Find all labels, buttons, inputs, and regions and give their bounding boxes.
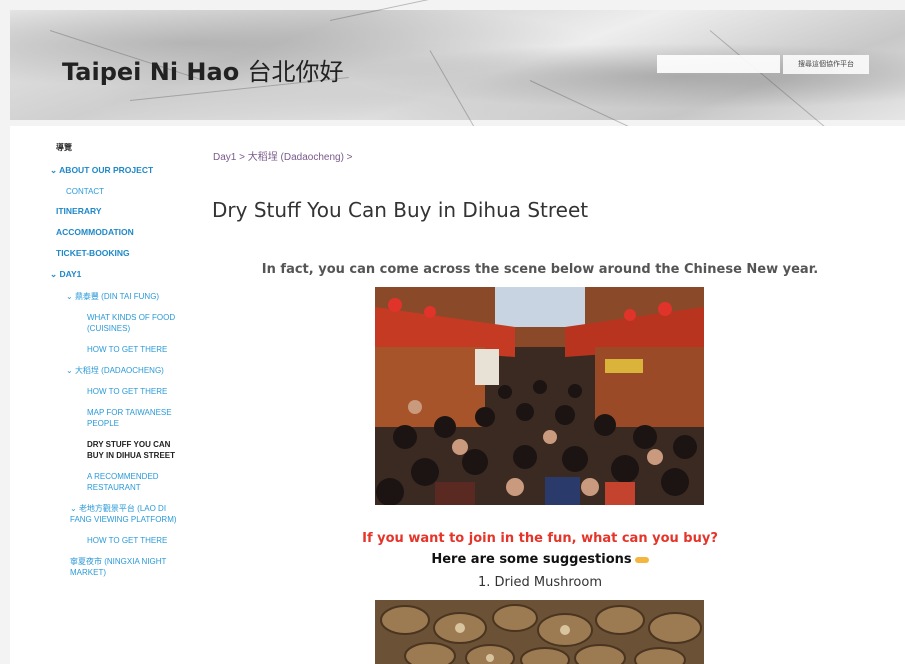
nav-itinerary[interactable]: ITINERARY	[56, 206, 190, 216]
nav-map[interactable]: MAP FOR TAIWANESE PEOPLE	[87, 407, 182, 429]
nav-ticket[interactable]: TICKET-BOOKING	[56, 248, 190, 258]
site-title[interactable]: Taipei Ni Hao 台北你好	[62, 52, 344, 87]
nav-about[interactable]: ⌄ ABOUT OUR PROJECT	[50, 165, 190, 176]
site-header: Taipei Ni Hao 台北你好 搜尋這個協作平台	[10, 0, 905, 172]
intro-text: In fact, you can come across the scene b…	[261, 262, 819, 277]
sidebar-nav: 導覽 ⌄ ABOUT OUR PROJECT CONTACT ITINERARY…	[50, 142, 190, 588]
nav-lao-di[interactable]: ⌄ 老地方觀景平台 (LAO DI FANG VIEWING PLATFORM)	[70, 503, 180, 525]
search-button[interactable]: 搜尋這個協作平台	[783, 55, 869, 74]
site-title-cjk: 台北你好	[247, 58, 344, 86]
nav-restaurant[interactable]: A RECOMMENDED RESTAURANT	[87, 471, 182, 493]
nav-lao-di-label: 老地方觀景平台 (LAO DI FANG VIEWING PLATFORM)	[70, 504, 177, 524]
nav-dadaocheng[interactable]: ⌄ 大稻埕 (DADAOCHENG)	[66, 365, 190, 376]
nav-night-market[interactable]: 寧夏夜市 (NINGXIA NIGHT MARKET)	[70, 556, 180, 578]
site-title-latin: Taipei Ni Hao	[62, 58, 240, 86]
nav-how-get-1[interactable]: HOW TO GET THERE	[87, 344, 182, 355]
suggestions-text: Here are some suggestions	[431, 552, 632, 567]
nav-accommodation[interactable]: ACCOMMODATION	[56, 227, 190, 237]
crowd-photo-illustration	[375, 287, 704, 505]
nav-dadaocheng-label: 大稻埕 (DADAOCHENG)	[74, 366, 164, 375]
page-title: Dry Stuff You Can Buy in Dihua Street	[212, 198, 589, 222]
mushroom-photo	[375, 600, 704, 664]
expand-icon: ⌄	[50, 165, 60, 175]
mushroom-photo-illustration	[375, 600, 704, 664]
item-dried-mushroom: 1. Dried Mushroom	[478, 575, 602, 590]
nav-overview: 導覽	[56, 143, 72, 152]
cta-text: If you want to join in the fun, what can…	[362, 531, 718, 546]
expand-icon: ⌄	[70, 504, 79, 513]
nav-din-tai-fung[interactable]: ⌄ 鼎泰豐 (DIN TAI FUNG)	[66, 291, 190, 302]
expand-icon: ⌄	[66, 292, 75, 301]
suggestions-line: Here are some suggestions	[210, 552, 870, 567]
nav-contact[interactable]: CONTACT	[66, 187, 190, 196]
nav-dry-stuff[interactable]: DRY STUFF YOU CAN BUY IN DIHUA STREET	[87, 439, 182, 461]
nav-food-kinds[interactable]: WHAT KINDS OF FOOD (CUISINES)	[87, 312, 182, 334]
nav-how-get-3[interactable]: HOW TO GET THERE	[87, 535, 182, 546]
pointing-hand-icon	[634, 556, 649, 563]
nav-day1[interactable]: ⌄ DAY1	[50, 269, 190, 280]
crowd-photo	[375, 287, 704, 505]
nav-how-get-2[interactable]: HOW TO GET THERE	[87, 386, 182, 397]
nav-day1-label: DAY1	[59, 269, 82, 279]
breadcrumb[interactable]: Day1 > 大稻埕 (Dadaocheng) >	[213, 148, 353, 163]
nav-din-tai-fung-label: 鼎泰豐 (DIN TAI FUNG)	[74, 292, 160, 301]
nav-about-label: ABOUT OUR PROJECT	[59, 165, 154, 175]
expand-icon: ⌄	[66, 366, 75, 375]
search-input[interactable]	[657, 55, 780, 73]
